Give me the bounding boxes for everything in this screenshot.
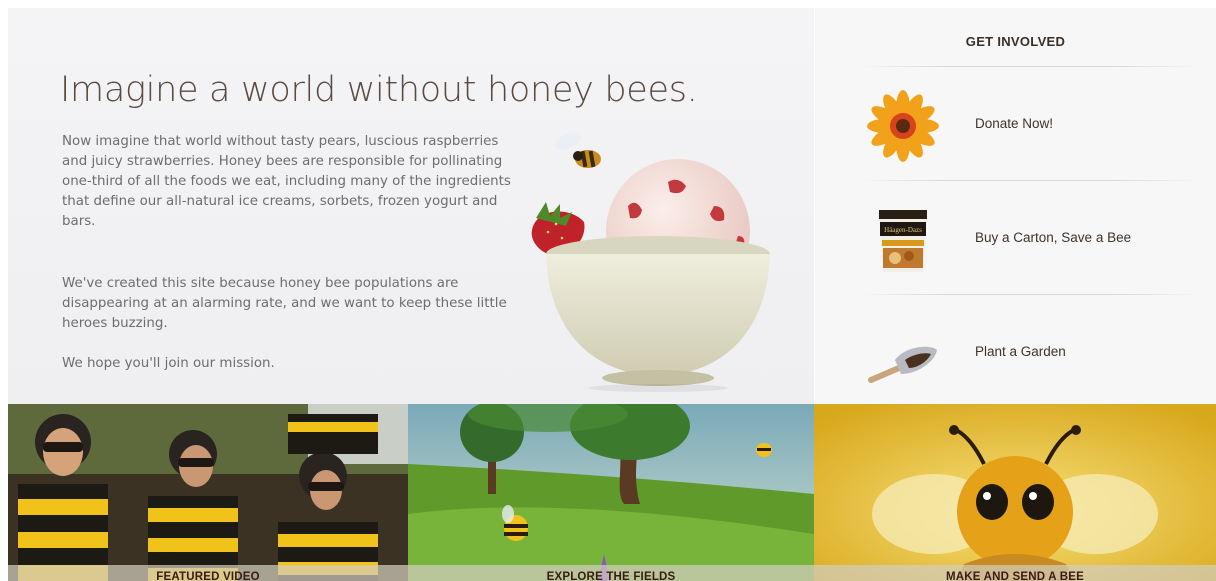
plant-garden-link[interactable]: Plant a Garden [975, 344, 1066, 359]
carton-brand-text: Häagen-Dazs [884, 226, 922, 234]
page-headline: Imagine a world without honey bees. [60, 70, 698, 110]
divider [859, 180, 1199, 181]
mission-paragraph: We've created this site because honey be… [62, 276, 507, 331]
bee-icon [756, 443, 772, 457]
divider [859, 66, 1199, 67]
ice-cream-bowl-illustration [531, 132, 770, 392]
explore-fields-tile[interactable]: EXPLORE THE FIELDS [408, 404, 814, 581]
bee-costume-crowd-image [8, 404, 408, 581]
cartoon-bee-image [814, 404, 1216, 581]
plant-garden-item[interactable]: Plant a Garden [855, 298, 1195, 404]
ice-cream-carton-icon: Häagen-Dazs [879, 210, 927, 272]
intro-paragraph: Now imagine that world without tasty pea… [62, 134, 511, 229]
donate-now-link[interactable]: Donate Now! [975, 116, 1053, 131]
make-send-bee-label[interactable]: MAKE AND SEND A BEE [814, 571, 1216, 581]
explore-fields-label[interactable]: EXPLORE THE FIELDS [408, 571, 814, 581]
flower-icon [867, 90, 939, 162]
garden-trowel-icon [868, 346, 937, 383]
get-involved-sidebar: GET INVOLVED Donate Now! Häagen-Dazs Buy… [815, 8, 1216, 404]
buy-carton-link[interactable]: Buy a Carton, Save a Bee [975, 230, 1131, 245]
make-send-bee-tile[interactable]: MAKE AND SEND A BEE [814, 404, 1216, 581]
join-paragraph: We hope you'll join our mission. [62, 356, 275, 371]
featured-video-tile[interactable]: FEATURED VIDEO [8, 404, 408, 581]
donate-now-item[interactable]: Donate Now! [855, 70, 1195, 180]
buy-carton-item[interactable]: Häagen-Dazs Buy a Carton, Save a Bee [855, 184, 1195, 294]
get-involved-heading: GET INVOLVED [965, 34, 1066, 49]
divider [859, 294, 1199, 295]
meadow-scene-image [408, 404, 814, 581]
intro-panel: Imagine a world without honey bees. Now … [8, 8, 814, 404]
featured-video-label[interactable]: FEATURED VIDEO [8, 571, 408, 581]
bee-icon [554, 132, 601, 168]
